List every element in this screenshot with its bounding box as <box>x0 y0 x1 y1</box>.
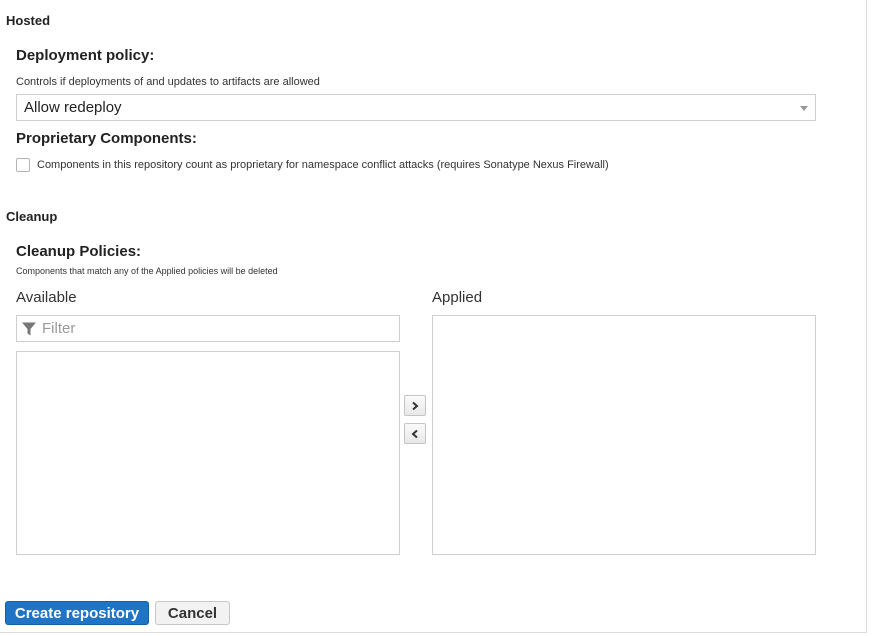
filter-icon <box>22 322 36 336</box>
deployment-policy-value: Allow redeploy <box>24 99 122 116</box>
deployment-policy-help: Controls if deployments of and updates t… <box>16 76 320 88</box>
deployment-policy-select[interactable]: Allow redeploy <box>16 94 816 121</box>
move-left-button[interactable] <box>404 423 426 444</box>
cleanup-section-heading: Cleanup <box>6 209 58 224</box>
proprietary-checkbox[interactable] <box>16 158 30 172</box>
chevron-left-icon <box>411 429 418 438</box>
cleanup-policies-label: Cleanup Policies: <box>16 243 142 260</box>
cancel-button[interactable]: Cancel <box>155 601 230 625</box>
filter-field <box>16 315 400 342</box>
cleanup-policies-help: Components that match any of the Applied… <box>16 266 278 276</box>
deployment-policy-label: Deployment policy: <box>16 47 155 64</box>
move-right-button[interactable] <box>404 395 426 416</box>
form-panel: Hosted Deployment policy: Controls if de… <box>0 0 867 633</box>
available-list-title: Available <box>16 289 77 306</box>
proprietary-checkbox-label[interactable]: Components in this repository count as p… <box>37 159 609 171</box>
caret-down-icon <box>800 106 808 111</box>
proprietary-components-label: Proprietary Components: <box>16 130 197 147</box>
hosted-section-heading: Hosted <box>6 13 51 28</box>
applied-policies-list[interactable] <box>432 315 816 555</box>
filter-input[interactable] <box>42 319 392 338</box>
create-repository-button[interactable]: Create repository <box>5 601 149 625</box>
applied-list-title: Applied <box>432 289 483 306</box>
chevron-right-icon <box>412 401 419 410</box>
available-policies-list[interactable] <box>16 351 400 555</box>
proprietary-checkbox-row: Components in this repository count as p… <box>16 157 609 173</box>
